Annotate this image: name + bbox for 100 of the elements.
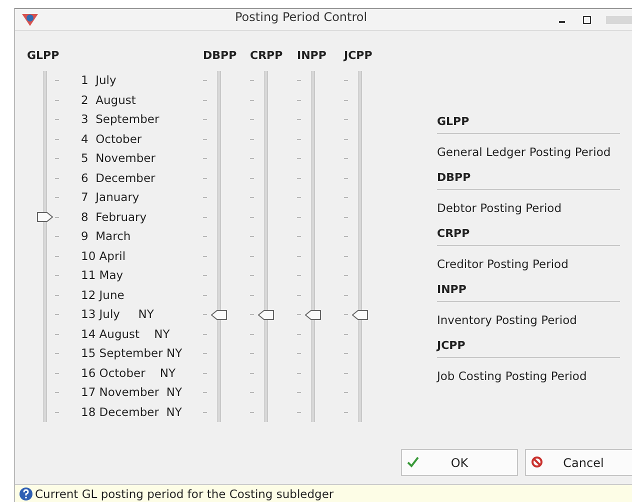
tick-mark xyxy=(297,256,301,257)
legend-code: JCPP xyxy=(437,335,620,358)
tick-mark xyxy=(203,294,207,296)
legend-code: CRPP xyxy=(437,223,620,246)
column-header: GLPP xyxy=(27,49,60,64)
period-label: 9 March xyxy=(81,228,132,245)
tick-mark xyxy=(297,178,301,179)
tick-mark xyxy=(55,392,59,394)
tick-mark xyxy=(250,236,254,238)
tick-mark xyxy=(203,236,207,238)
slider-thumb[interactable] xyxy=(352,310,368,320)
period-label: 1 July xyxy=(81,72,118,89)
period-label: 17 November NY xyxy=(81,384,184,401)
tick-mark xyxy=(203,412,207,413)
slider-thumb[interactable] xyxy=(258,310,274,320)
tick-mark xyxy=(344,158,348,160)
period-label: 3 September xyxy=(81,111,160,128)
column-header: INPP xyxy=(297,49,328,64)
tick-mark xyxy=(203,275,207,276)
window-title: Posting Period Control xyxy=(235,10,368,24)
period-label: 11 May xyxy=(81,267,124,284)
tick-mark xyxy=(297,412,301,413)
period-label: 2 August xyxy=(81,92,137,108)
tick-mark xyxy=(55,353,59,354)
tick-mark xyxy=(55,197,59,198)
tick-mark xyxy=(344,334,348,335)
tick-mark xyxy=(55,314,59,316)
legend-description: Inventory Posting Period xyxy=(437,312,578,329)
period-label: 18 December NY xyxy=(81,404,183,420)
tick-mark xyxy=(250,412,254,413)
tick-mark xyxy=(55,294,59,296)
tick-mark xyxy=(55,412,59,413)
tick-mark xyxy=(297,275,301,276)
tick-mark xyxy=(203,256,207,257)
period-label: 16 October NY xyxy=(81,364,177,382)
tick-mark xyxy=(344,372,348,374)
tick-mark xyxy=(250,119,254,120)
tick-mark xyxy=(250,392,254,394)
legend-code: DBPP xyxy=(437,167,620,190)
tick-mark xyxy=(203,372,207,374)
tick-mark xyxy=(55,275,59,276)
tick-mark xyxy=(297,138,301,140)
tick-mark xyxy=(297,294,301,296)
tick-mark xyxy=(297,392,301,394)
tick-mark xyxy=(250,100,254,101)
tick-mark xyxy=(297,158,301,160)
slider-thumb[interactable] xyxy=(37,212,53,222)
tick-mark xyxy=(250,275,254,276)
slider-thumb[interactable] xyxy=(211,310,227,320)
status-text: Current GL posting period for the Costing subledger xyxy=(35,487,334,501)
tick-mark xyxy=(344,275,348,276)
tick-mark xyxy=(344,119,348,120)
tick-mark xyxy=(203,119,207,120)
tick-mark xyxy=(55,138,59,140)
period-label: 10 April xyxy=(81,248,127,264)
period-label: 13 July NY xyxy=(81,306,155,323)
tick-mark xyxy=(55,372,59,374)
period-label: 8 February xyxy=(81,208,148,226)
cancel-button[interactable]: Cancel xyxy=(525,449,632,476)
tick-mark xyxy=(344,353,348,354)
tick-mark xyxy=(344,236,348,238)
tick-mark xyxy=(250,353,254,354)
tick-mark xyxy=(55,334,59,335)
legend-description: Creditor Posting Period xyxy=(437,256,570,273)
tick-mark xyxy=(250,294,254,296)
period-label: 4 October xyxy=(81,130,143,148)
tick-mark xyxy=(203,80,207,82)
tick-mark xyxy=(297,100,301,101)
tick-mark xyxy=(250,138,254,140)
tick-mark xyxy=(344,138,348,140)
tick-mark xyxy=(297,236,301,238)
tick-mark xyxy=(203,216,207,218)
period-label: 12 June xyxy=(81,286,126,304)
period-label: 5 November xyxy=(81,150,156,167)
tick-mark xyxy=(55,178,59,179)
slider-thumb[interactable] xyxy=(305,310,321,320)
tick-mark xyxy=(250,314,254,316)
tick-mark xyxy=(250,80,254,82)
maximize-icon[interactable] xyxy=(582,16,592,24)
tick-mark xyxy=(203,334,207,335)
help-icon xyxy=(19,487,33,501)
tick-mark xyxy=(250,216,254,218)
tick-mark xyxy=(203,158,207,160)
tick-mark xyxy=(297,80,301,82)
tick-mark xyxy=(344,216,348,218)
ok-button[interactable]: OK xyxy=(401,449,518,476)
tick-mark xyxy=(203,197,207,198)
tick-mark xyxy=(250,334,254,335)
period-label: 6 December xyxy=(81,170,156,186)
legend-description: Job Costing Posting Period xyxy=(437,368,588,385)
tick-mark xyxy=(203,392,207,394)
column-header: DBPP xyxy=(203,49,238,64)
tick-mark xyxy=(344,197,348,198)
tick-mark xyxy=(344,256,348,257)
tick-mark xyxy=(344,392,348,394)
tick-mark xyxy=(55,216,59,218)
tick-mark xyxy=(297,314,301,316)
tick-mark xyxy=(250,158,254,160)
period-label: 14 August NY xyxy=(81,326,171,342)
tick-mark xyxy=(250,256,254,257)
